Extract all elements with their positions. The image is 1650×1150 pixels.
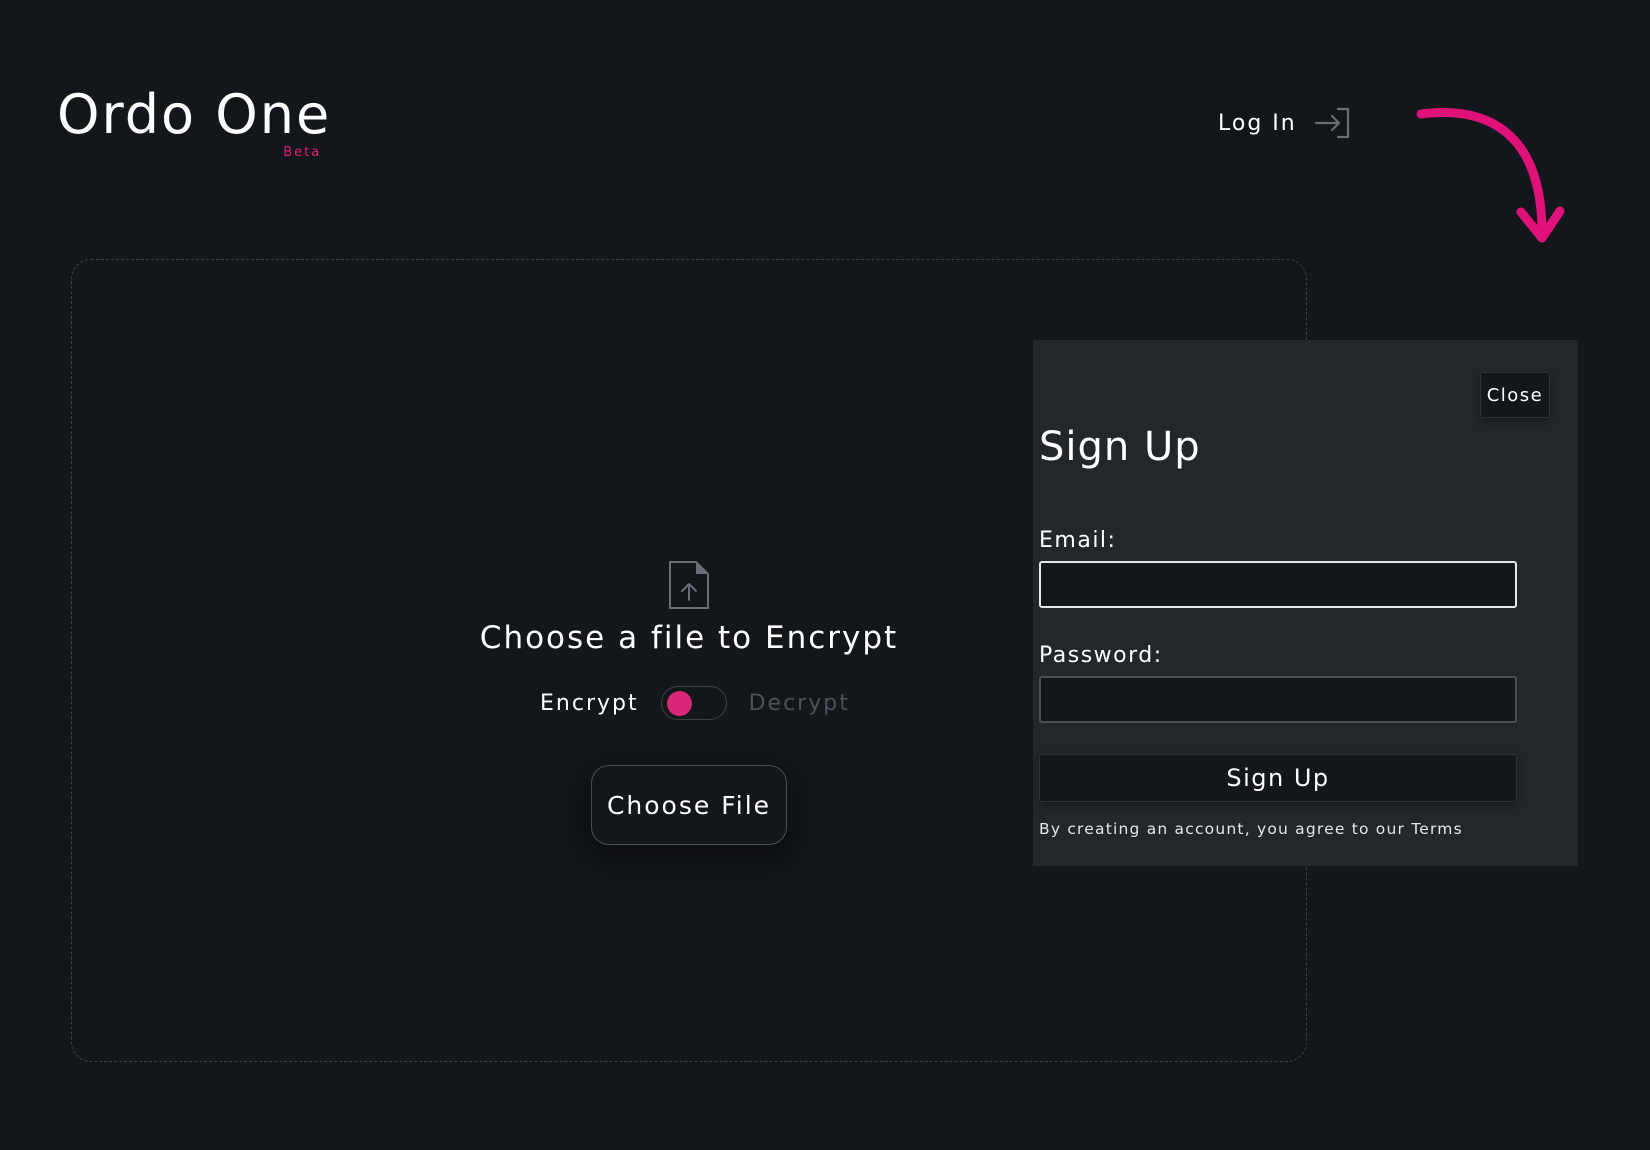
pink-curved-arrow-icon (1416, 108, 1565, 243)
close-button[interactable]: Close (1480, 372, 1550, 418)
encrypt-label[interactable]: Encrypt (540, 691, 639, 716)
dropzone-title: Choose a file to Encrypt (479, 620, 899, 656)
terms-text: By creating an account, you agree to our (1039, 820, 1412, 838)
signup-title: Sign Up (1039, 424, 1201, 470)
brand-logo[interactable]: Ordo One Beta (57, 83, 332, 161)
choose-file-button[interactable]: Choose File (591, 765, 787, 845)
toggle-knob (666, 691, 692, 716)
mode-switch-row: Encrypt Decrypt (540, 686, 850, 720)
login-label: Log In (1218, 110, 1297, 136)
terms-link[interactable]: Terms (1411, 820, 1463, 838)
beta-badge: Beta (283, 145, 322, 160)
login-link[interactable]: Log In (1218, 104, 1351, 142)
app-page: Ordo One Beta Log In Choose a file to En… (0, 0, 1650, 1150)
signup-button[interactable]: Sign Up (1039, 754, 1517, 802)
decrypt-label[interactable]: Decrypt (749, 691, 850, 716)
brand-name: Ordo One (57, 83, 332, 146)
encrypt-decrypt-toggle[interactable] (660, 686, 727, 720)
signup-panel: Close Sign Up Email: Password: Sign Up B… (1033, 340, 1578, 866)
terms-notice: By creating an account, you agree to our… (1039, 820, 1463, 838)
password-field[interactable] (1039, 676, 1517, 723)
login-arrow-icon (1314, 107, 1349, 139)
email-field[interactable] (1039, 561, 1517, 608)
email-label: Email: (1039, 528, 1117, 553)
password-label: Password: (1039, 643, 1163, 668)
file-upload-icon (669, 561, 709, 609)
